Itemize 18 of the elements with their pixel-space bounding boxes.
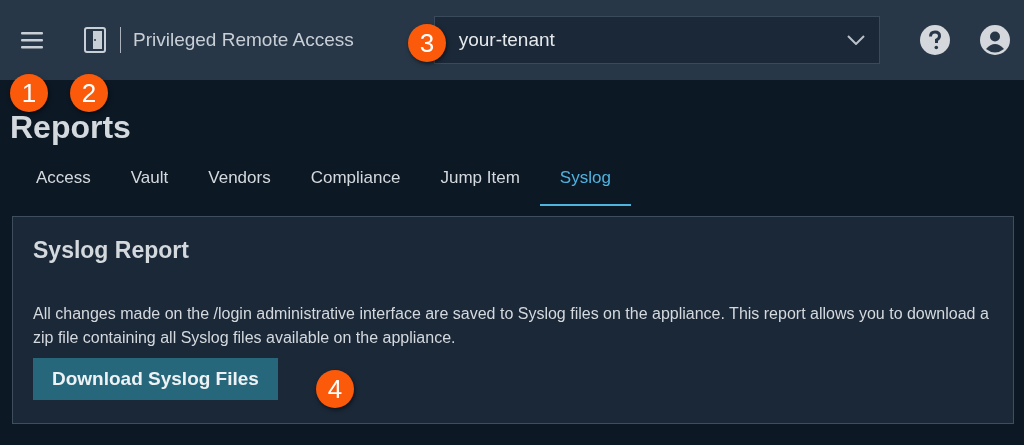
user-avatar-icon[interactable]	[980, 25, 1010, 55]
tab[interactable]: Vault	[110, 156, 189, 206]
tenant-select[interactable]: your-tenant	[433, 16, 880, 64]
door-icon[interactable]	[84, 27, 106, 53]
callout-badge: 1	[10, 74, 48, 112]
tab[interactable]: Vendors	[188, 156, 291, 206]
tab[interactable]: Syslog	[539, 156, 631, 206]
panel-description: All changes made on the /login administrative interface are saved to Syslog files on the appliance. This report allows you to download a zip file containing all Syslog files available on the appliance.	[33, 304, 990, 348]
download-button[interactable]: Download Syslog Files	[33, 358, 278, 400]
app-title: Privileged Remote Access	[133, 29, 354, 51]
menu-icon[interactable]	[20, 30, 44, 50]
chevron-down-icon	[846, 35, 865, 45]
panel-title: Syslog Report	[33, 237, 190, 264]
tab[interactable]: Jump Item	[420, 156, 540, 206]
callout-badge: 2	[70, 74, 108, 112]
tab[interactable]: Access	[16, 156, 111, 206]
tab[interactable]: Compliance	[290, 156, 421, 206]
help-icon[interactable]	[920, 25, 950, 55]
